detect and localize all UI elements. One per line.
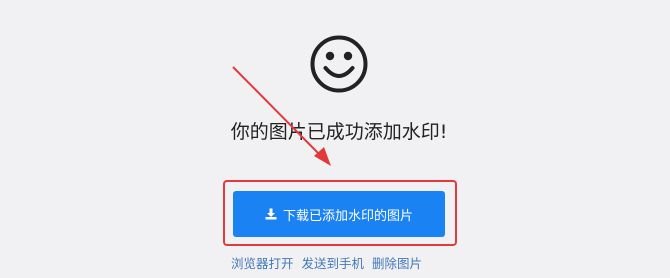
send-to-phone-link[interactable]: 发送到手机 [302, 256, 365, 271]
download-watermarked-image-button[interactable]: 下载已添加水印的图片 [233, 191, 445, 237]
success-message: 你的图片已成功添加水印! [230, 121, 448, 143]
delete-image-link[interactable]: 删除图片 [372, 256, 422, 271]
smiley-face-icon [309, 34, 369, 94]
download-button-label: 下载已添加水印的图片 [282, 208, 413, 224]
action-links: 浏览器打开 发送到手机 删除图片 [231, 255, 422, 273]
download-icon [265, 208, 277, 220]
open-in-browser-link[interactable]: 浏览器打开 [231, 256, 294, 271]
